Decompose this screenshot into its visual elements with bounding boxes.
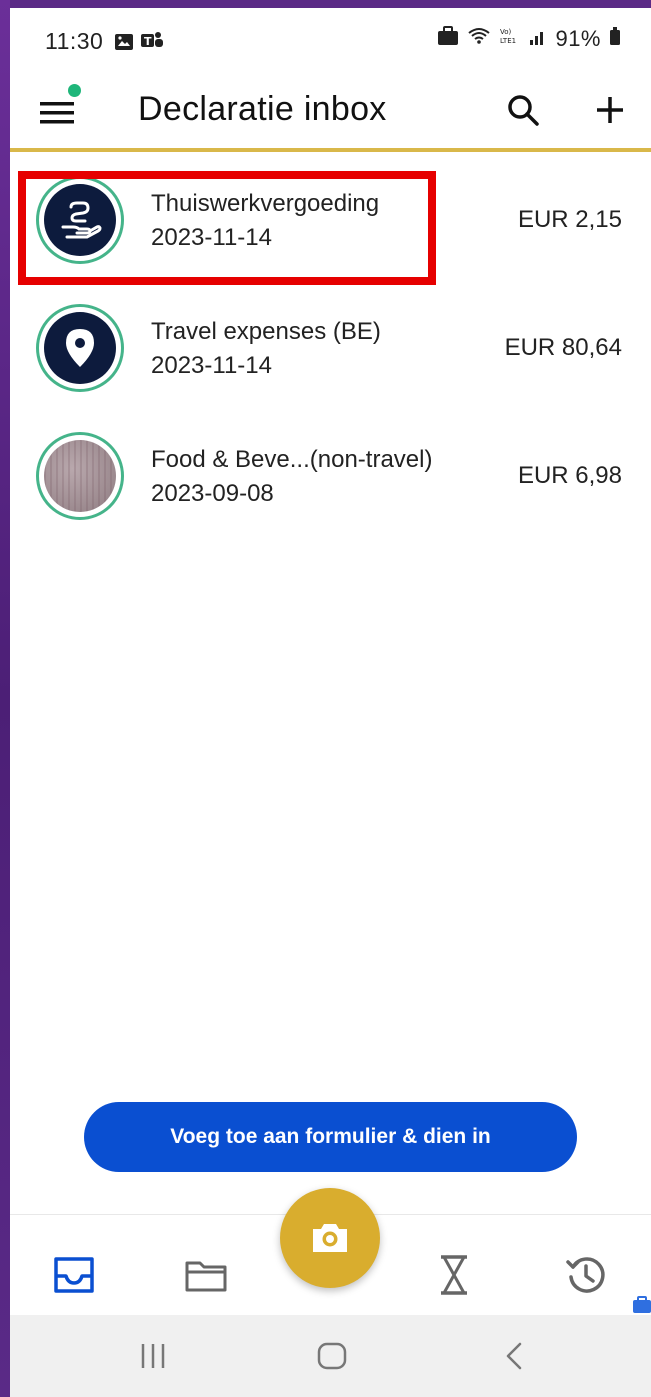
home-button[interactable] [316, 1341, 348, 1376]
page-title: Declaratie inbox [138, 90, 387, 128]
receipt-photo [44, 440, 116, 512]
hourglass-icon [441, 1255, 467, 1295]
svg-text:Vo): Vo) [500, 28, 512, 36]
briefcase-icon [437, 26, 459, 52]
status-right-group: Vo) LTE1 91% [437, 26, 621, 52]
background-edge [0, 0, 10, 1397]
item-title: Food & Beve...(non-travel) [151, 446, 433, 473]
notification-dot [68, 84, 81, 97]
search-button[interactable] [504, 92, 544, 132]
signal-icon [529, 26, 547, 52]
inbox-icon [54, 1257, 94, 1293]
submit-button[interactable]: Voeg toe aan formulier & dien in [84, 1102, 577, 1172]
system-nav-bar [10, 1315, 651, 1397]
home-icon [317, 1342, 347, 1370]
search-icon [508, 95, 539, 126]
list-item[interactable]: Travel expenses (BE) 2023-11-14 EUR 80,6… [10, 284, 651, 412]
recents-icon [141, 1344, 165, 1368]
item-amount: EUR 2,15 [517, 206, 622, 233]
history-icon [566, 1257, 605, 1293]
back-button[interactable] [502, 1341, 526, 1376]
nav-history[interactable] [562, 1251, 610, 1299]
expense-list: Thuiswerkvergoeding 2023-11-14 EUR 2,15 … [10, 156, 651, 540]
add-icon [597, 97, 623, 123]
nav-pending[interactable] [430, 1251, 478, 1299]
item-date: 2023-11-14 [151, 352, 272, 379]
nav-folder[interactable] [182, 1251, 230, 1299]
wifi-icon [467, 26, 491, 52]
avatar [36, 304, 124, 392]
status-time: 11:30 [45, 28, 104, 54]
camera-icon [313, 1224, 347, 1252]
item-amount: EUR 80,64 [504, 334, 622, 361]
battery-percentage: 91% [555, 26, 601, 51]
volte-icon: Vo) LTE1 [499, 26, 521, 52]
recents-button[interactable] [138, 1341, 168, 1376]
add-button[interactable] [590, 90, 630, 130]
item-title: Travel expenses (BE) [151, 318, 381, 345]
list-item[interactable]: Thuiswerkvergoeding 2023-11-14 EUR 2,15 [10, 156, 651, 285]
nav-inbox[interactable] [50, 1251, 98, 1299]
phone-screen: 11:30 T Vo) LTE1 91% Declaratie inbox Th… [10, 8, 651, 1397]
svg-text:T: T [144, 35, 152, 48]
camera-fab[interactable] [280, 1188, 380, 1288]
status-bar: 11:30 T Vo) LTE1 91% [10, 8, 651, 72]
svg-text:LTE1: LTE1 [500, 37, 516, 45]
avatar [36, 432, 124, 520]
location-pin-icon [66, 329, 94, 367]
back-icon [506, 1342, 522, 1370]
item-date: 2023-09-08 [151, 480, 274, 507]
gallery-icon [114, 31, 134, 57]
item-amount: EUR 6,98 [517, 462, 622, 489]
folder-icon [185, 1261, 227, 1292]
battery-icon [609, 26, 621, 52]
app-bar: Declaratie inbox [10, 72, 651, 152]
highlight-box [18, 171, 436, 285]
list-item[interactable]: Food & Beve...(non-travel) 2023-09-08 EU… [10, 412, 651, 540]
teams-icon: T [140, 30, 164, 56]
